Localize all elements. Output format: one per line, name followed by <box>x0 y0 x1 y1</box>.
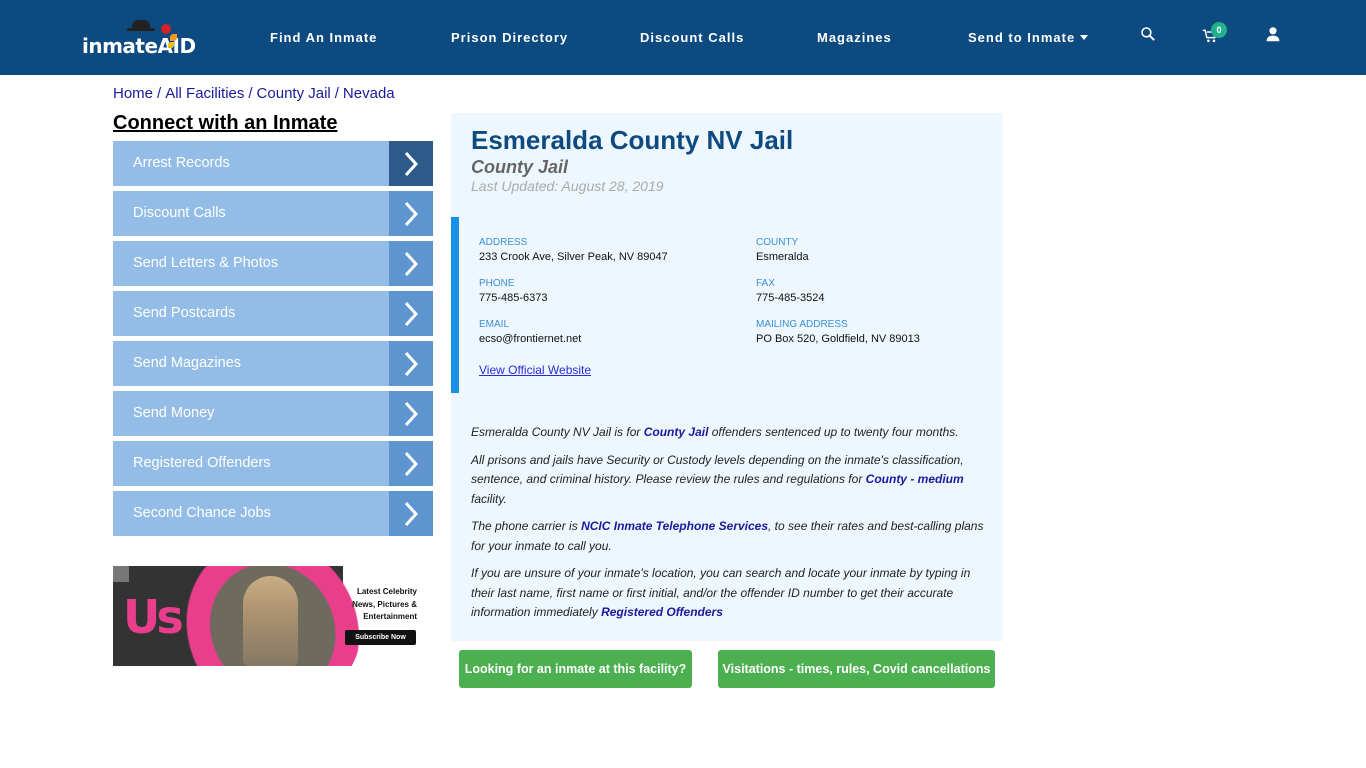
mailing-address-field: MAILING ADDRESS PO Box 520, Goldfield, N… <box>756 319 920 345</box>
leaf-icon <box>170 34 177 41</box>
sidebar-item-label: Send Postcards <box>113 291 389 336</box>
sidebar-item-arrest-records[interactable]: Arrest Records <box>113 141 433 186</box>
ad-copy: Latest Celebrity News, Pictures & Entert… <box>352 587 417 621</box>
county-jail-link[interactable]: County Jail <box>644 425 709 439</box>
description-paragraph: Esmeralda County NV Jail is for County J… <box>471 423 991 443</box>
chevron-right-icon <box>389 441 433 486</box>
apple-icon <box>161 24 171 34</box>
text: facility. <box>471 491 507 506</box>
county-field: COUNTY Esmeralda <box>756 237 809 263</box>
phone-label: PHONE <box>479 278 515 289</box>
county-label: COUNTY <box>756 237 799 248</box>
logo[interactable]: inmateAID <box>82 20 196 58</box>
sidebar-item-label: Send Money <box>113 391 389 436</box>
text: offenders sentenced up to twenty four mo… <box>708 425 959 439</box>
description-paragraph: All prisons and jails have Security or C… <box>471 451 991 510</box>
sidebar-item-send-letters-photos[interactable]: Send Letters & Photos <box>113 241 433 286</box>
address-field: ADDRESS 233 Crook Ave, Silver Peak, NV 8… <box>479 237 668 263</box>
sidebar-item-send-postcards[interactable]: Send Postcards <box>113 291 433 336</box>
search-icon[interactable] <box>1140 26 1160 46</box>
mailing-address-value: PO Box 520, Goldfield, NV 89013 <box>756 333 920 345</box>
chevron-right-icon <box>389 291 433 336</box>
sidebar-item-label: Second Chance Jobs <box>113 491 389 536</box>
email-value: ecso@frontiernet.net <box>479 333 582 345</box>
breadcrumb-separator: / <box>248 85 253 102</box>
chevron-right-icon <box>389 241 433 286</box>
facility-card: Esmeralda County NV Jail County Jail Las… <box>451 113 1003 641</box>
address-value: 233 Crook Ave, Silver Peak, NV 89047 <box>479 251 668 263</box>
sidebar-menu: Arrest Records Discount Calls Send Lette… <box>113 141 433 541</box>
mailing-address-label: MAILING ADDRESS <box>756 319 848 330</box>
facility-title: Esmeralda County NV Jail <box>471 125 794 155</box>
ad-subscribe-button[interactable]: Subscribe Now <box>345 630 416 645</box>
leaf-icon <box>168 42 174 48</box>
nav-magazines[interactable]: Magazines <box>817 0 892 75</box>
user-icon[interactable] <box>1265 26 1285 46</box>
chevron-right-icon <box>389 491 433 536</box>
text: The phone carrier is <box>471 519 582 533</box>
breadcrumb-nevada[interactable]: Nevada <box>343 85 395 102</box>
sidebar-item-send-money[interactable]: Send Money <box>113 391 433 436</box>
email-field: EMAIL ecso@frontiernet.net <box>479 319 581 345</box>
top-navbar: inmateAID Find An Inmate Prison Director… <box>0 0 1366 75</box>
caret-down-icon <box>1080 35 1089 40</box>
sidebar-item-label: Arrest Records <box>113 141 389 186</box>
email-label: EMAIL <box>479 319 510 330</box>
breadcrumb-separator: / <box>157 85 162 102</box>
sidebar-item-label: Registered Offenders <box>113 441 389 486</box>
nav-send-to-inmate[interactable]: Send to Inmate <box>968 0 1089 75</box>
sidebar-item-registered-offenders[interactable]: Registered Offenders <box>113 441 433 486</box>
sidebar-item-discount-calls[interactable]: Discount Calls <box>113 191 433 236</box>
breadcrumb-home[interactable]: Home <box>113 85 153 102</box>
nav-prison-directory[interactable]: Prison Directory <box>451 0 568 75</box>
fax-field: FAX 775-485-3524 <box>756 278 825 304</box>
pilgrim-hat-icon <box>127 20 155 31</box>
fax-label: FAX <box>756 278 775 289</box>
sidebar-item-second-chance-jobs[interactable]: Second Chance Jobs <box>113 491 433 536</box>
chevron-right-icon <box>389 341 433 386</box>
ad-banner[interactable]: Us Latest Celebrity News, Pictures & Ent… <box>113 566 433 666</box>
description-paragraph: The phone carrier is NCIC Inmate Telepho… <box>471 517 991 556</box>
chevron-right-icon <box>389 191 433 236</box>
chevron-right-icon <box>389 141 433 186</box>
last-updated: Last Updated: August 28, 2019 <box>471 178 664 194</box>
visitations-button[interactable]: Visitations - times, rules, Covid cancel… <box>718 650 995 688</box>
phone-field: PHONE 775-485-6373 <box>479 278 548 304</box>
breadcrumb-all-facilities[interactable]: All Facilities <box>165 85 244 102</box>
phone-carrier-link[interactable]: NCIC Inmate Telephone Services <box>581 519 768 533</box>
facility-type: County Jail <box>471 157 569 177</box>
facility-description: Esmeralda County NV Jail is for County J… <box>471 423 991 631</box>
sidebar-item-send-magazines[interactable]: Send Magazines <box>113 341 433 386</box>
breadcrumb-county-jail[interactable]: County Jail <box>257 85 331 102</box>
official-website-link[interactable]: View Official Website <box>479 363 591 377</box>
county-medium-link[interactable]: County - medium <box>866 472 964 486</box>
breadcrumb-separator: / <box>334 85 339 102</box>
sidebar-item-label: Send Magazines <box>113 341 389 386</box>
sidebar-title: Connect with an Inmate <box>113 112 338 134</box>
ad-photo <box>243 576 298 666</box>
breadcrumb: Home / All Facilities / County Jail / Nevada <box>113 85 395 102</box>
phone-value: 775-485-6373 <box>479 292 548 304</box>
find-inmate-button[interactable]: Looking for an inmate at this facility? <box>459 650 692 688</box>
facility-info-panel: ADDRESS 233 Crook Ave, Silver Peak, NV 8… <box>451 217 1003 393</box>
address-label: ADDRESS <box>479 237 528 248</box>
county-value: Esmeralda <box>756 251 809 263</box>
fax-value: 775-485-3524 <box>756 292 825 304</box>
text: Esmeralda County NV Jail is for <box>471 425 644 439</box>
registered-offenders-link[interactable]: Registered Offenders <box>601 605 723 619</box>
ad-brand-logo: Us <box>123 590 184 644</box>
sidebar-item-label: Send Letters & Photos <box>113 241 389 286</box>
nav-send-to-inmate-label: Send to Inmate <box>968 30 1076 45</box>
description-paragraph: If you are unsure of your inmate's locat… <box>471 564 991 623</box>
chevron-right-icon <box>389 391 433 436</box>
ad-corner <box>113 566 129 582</box>
nav-find-inmate[interactable]: Find An Inmate <box>270 0 377 75</box>
cart-count-badge: 0 <box>1211 22 1227 38</box>
nav-discount-calls[interactable]: Discount Calls <box>640 0 744 75</box>
sidebar-item-label: Discount Calls <box>113 191 389 236</box>
logo-text: inmateAID <box>82 34 196 58</box>
